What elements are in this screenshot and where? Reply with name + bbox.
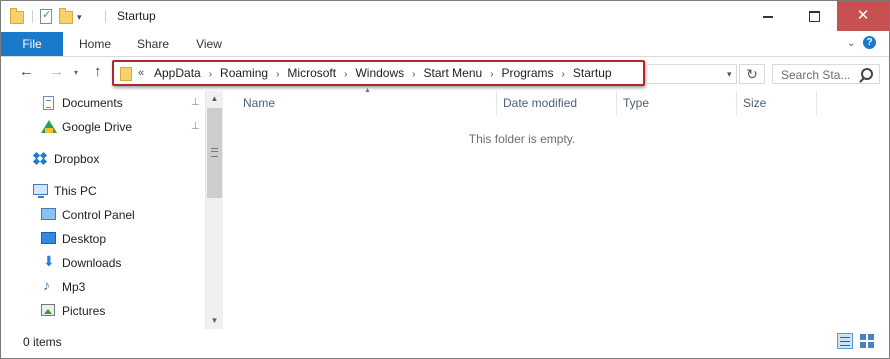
tab-home[interactable]: Home	[79, 32, 111, 56]
sidebar-item-desktop[interactable]: Desktop	[1, 228, 205, 250]
address-bar[interactable]: « AppData › Roaming › Microsoft › Windows › Star…	[112, 60, 645, 86]
folder-icon	[120, 67, 132, 81]
item-count: 0 items	[23, 335, 62, 349]
sidebar-item-documents[interactable]: Documents ⊥	[1, 92, 205, 114]
explorer-window: ▾ Startup ✕ File Home Share View ⌄ ? ← →…	[0, 0, 890, 359]
chevron-down-icon[interactable]: ▾	[77, 12, 82, 23]
navigation-pane: Documents ⊥ Google Drive ⊥ Dropbox This …	[1, 91, 223, 329]
column-size[interactable]: Size	[737, 91, 817, 115]
tab-share[interactable]: Share	[137, 32, 169, 56]
new-folder-icon[interactable]	[59, 8, 73, 24]
search-placeholder: Search Sta...	[781, 68, 851, 82]
music-icon: ♪	[43, 277, 50, 293]
scroll-thumb[interactable]	[207, 108, 222, 198]
breadcrumb-item-microsoft[interactable]: Microsoft	[287, 66, 336, 80]
minimize-button[interactable]	[745, 1, 791, 31]
file-list[interactable]: ▲ Name Date modified Type Size This fold…	[225, 87, 889, 329]
downloads-icon: ⬇	[43, 253, 55, 269]
minimize-icon	[763, 15, 773, 18]
pin-icon[interactable]: ⊥	[191, 97, 200, 108]
divider	[32, 10, 33, 23]
forward-button[interactable]: →	[49, 63, 64, 80]
google-drive-icon	[41, 120, 57, 133]
back-button[interactable]: ←	[19, 63, 34, 80]
sidebar-item-label: Mp3	[62, 280, 86, 294]
chevron-down-icon[interactable]: ⌄	[847, 38, 855, 49]
chevron-right-icon[interactable]: ›	[562, 69, 565, 80]
scroll-up-arrow[interactable]: ▲	[206, 91, 223, 107]
desktop-icon	[41, 232, 56, 244]
breadcrumb-item-programs[interactable]: Programs	[502, 66, 554, 80]
breadcrumb-item-startup[interactable]: Startup	[573, 66, 612, 80]
dropbox-icon	[32, 151, 48, 166]
details-view-button[interactable]	[837, 333, 853, 349]
close-icon: ✕	[856, 7, 870, 24]
window-title: Startup	[117, 9, 156, 23]
sidebar-item-label: Pictures	[62, 304, 106, 318]
chevron-right-icon[interactable]: ›	[344, 69, 347, 80]
navigation-pane-scrollbar[interactable]: ▲ ▼	[205, 91, 223, 329]
column-type[interactable]: Type	[617, 91, 737, 115]
ribbon: File Home Share View ⌄ ?	[1, 32, 889, 57]
sidebar-item-label: Downloads	[62, 256, 122, 270]
chevron-down-icon[interactable]: ▾	[727, 69, 732, 80]
control-panel-icon	[41, 208, 56, 220]
breadcrumb: AppData › Roaming › Microsoft › Windows › Start …	[154, 66, 612, 80]
sidebar-item-label: This PC	[54, 184, 97, 198]
sidebar-item-label: Documents	[62, 96, 123, 110]
chevron-right-icon[interactable]: ›	[490, 69, 493, 80]
address-bar-extension[interactable]	[645, 64, 737, 84]
computer-icon	[33, 184, 48, 198]
large-icons-view-button[interactable]	[859, 333, 875, 349]
help-icon[interactable]: ?	[863, 36, 876, 49]
status-bar: 0 items	[1, 329, 889, 358]
divider	[105, 10, 106, 23]
sidebar-item-downloads[interactable]: ⬇ Downloads	[1, 252, 205, 274]
sidebar-item-dropbox[interactable]: Dropbox	[1, 148, 205, 170]
chevron-right-icon[interactable]: ›	[412, 69, 415, 80]
refresh-button[interactable]: ↻	[739, 64, 765, 84]
sidebar-item-control-panel[interactable]: Control Panel	[1, 204, 205, 226]
sidebar-item-google-drive[interactable]: Google Drive ⊥	[1, 116, 205, 138]
breadcrumb-item-roaming[interactable]: Roaming	[220, 66, 268, 80]
up-button[interactable]: ↑	[94, 63, 102, 80]
sidebar-item-this-pc[interactable]: This PC	[1, 180, 205, 202]
folder-icon	[10, 8, 24, 24]
chevron-right-icon[interactable]: ›	[209, 69, 212, 80]
breadcrumb-item-start-menu[interactable]: Start Menu	[423, 66, 482, 80]
scroll-down-arrow[interactable]: ▼	[206, 313, 223, 329]
sidebar-item-mp3[interactable]: ♪ Mp3	[1, 276, 205, 298]
column-name[interactable]: Name	[237, 91, 497, 115]
recent-locations-button[interactable]: ▾	[74, 68, 78, 77]
close-button[interactable]: ✕	[837, 1, 889, 31]
title-bar: ▾ Startup ✕	[1, 1, 889, 33]
maximize-icon	[808, 11, 820, 23]
empty-folder-message: This folder is empty.	[468, 132, 576, 146]
grip-icon	[211, 148, 218, 157]
search-icon	[861, 68, 873, 80]
column-header: ▲ Name Date modified Type Size	[225, 87, 819, 115]
maximize-button[interactable]	[791, 1, 837, 31]
sidebar-item-label: Control Panel	[62, 208, 135, 222]
sidebar-item-label: Desktop	[62, 232, 107, 246]
tab-view[interactable]: View	[195, 32, 223, 56]
search-input[interactable]: Search Sta...	[772, 64, 880, 84]
breadcrumb-item-windows[interactable]: Windows	[355, 66, 404, 80]
documents-icon	[43, 96, 54, 110]
properties-icon[interactable]	[40, 8, 52, 24]
navigation-bar: ← → ▾ ↑ « AppData › Roaming › Microsoft › Wind…	[1, 57, 889, 91]
chevron-right-icon[interactable]: ›	[276, 69, 279, 80]
pin-icon[interactable]: ⊥	[191, 121, 200, 132]
sidebar-item-label: Google Drive	[62, 120, 133, 134]
column-date-modified[interactable]: Date modified	[497, 91, 617, 115]
breadcrumb-item-appdata[interactable]: AppData	[154, 66, 201, 80]
pictures-icon	[41, 304, 55, 316]
tab-file[interactable]: File	[1, 32, 63, 56]
sidebar-item-label: Dropbox	[54, 152, 100, 166]
sidebar-item-pictures[interactable]: Pictures	[1, 300, 205, 322]
breadcrumb-overflow[interactable]: «	[138, 67, 144, 79]
